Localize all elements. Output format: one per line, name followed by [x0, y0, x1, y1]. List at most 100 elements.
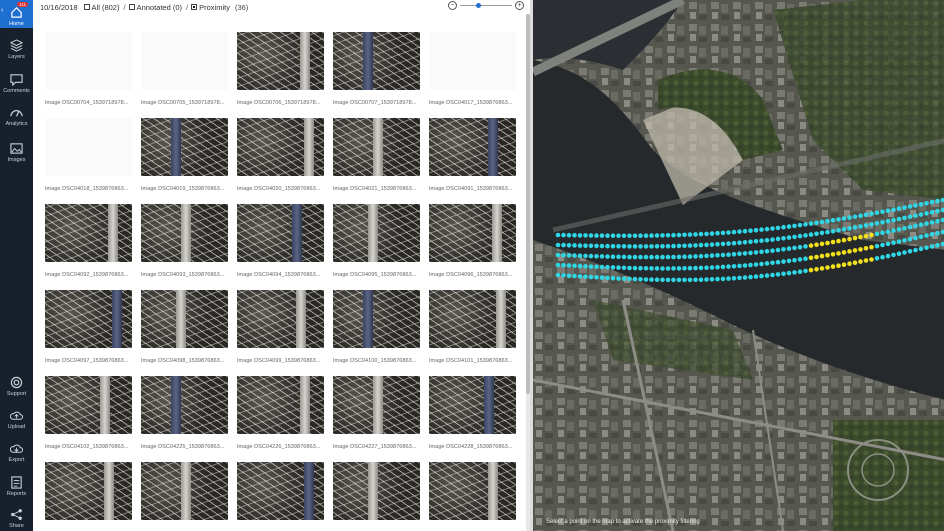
flight-point[interactable]: [726, 264, 731, 269]
flight-point[interactable]: [885, 218, 891, 224]
flight-point[interactable]: [649, 266, 654, 271]
flight-point[interactable]: [715, 230, 720, 236]
flight-point[interactable]: [891, 240, 896, 245]
flight-point[interactable]: [561, 232, 566, 238]
flight-point[interactable]: [891, 252, 896, 258]
flight-point[interactable]: [638, 277, 643, 282]
image-thumbnail[interactable]: [237, 204, 324, 262]
flight-point[interactable]: [781, 259, 786, 264]
flight-point[interactable]: [792, 234, 797, 240]
flight-point[interactable]: [572, 233, 577, 238]
selected-flight-point[interactable]: [858, 259, 863, 264]
flight-point[interactable]: [918, 202, 924, 207]
flight-point[interactable]: [555, 262, 561, 268]
selected-flight-point[interactable]: [869, 232, 874, 238]
selected-flight-point[interactable]: [808, 255, 814, 261]
flight-point[interactable]: [616, 233, 621, 239]
flight-point[interactable]: [632, 265, 638, 271]
flight-point[interactable]: [874, 210, 880, 216]
flight-point[interactable]: [781, 236, 786, 241]
flight-point[interactable]: [704, 242, 709, 248]
selected-flight-point[interactable]: [841, 250, 847, 255]
image-card[interactable]: [429, 462, 516, 531]
flight-point[interactable]: [896, 216, 902, 222]
flight-point[interactable]: [731, 229, 737, 235]
selected-flight-point[interactable]: [847, 249, 852, 254]
flight-point[interactable]: [621, 244, 627, 249]
flight-point[interactable]: [814, 220, 819, 226]
flight-point[interactable]: [687, 243, 693, 248]
flight-point[interactable]: [731, 276, 737, 281]
selected-flight-point[interactable]: [830, 252, 836, 257]
flight-point[interactable]: [627, 276, 632, 282]
flight-point[interactable]: [682, 243, 687, 249]
flight-point[interactable]: [665, 233, 671, 238]
image-card[interactable]: Image DSC04101_1539876863...: [429, 290, 516, 364]
selected-flight-point[interactable]: [819, 253, 825, 259]
flight-point[interactable]: [709, 231, 715, 236]
image-card[interactable]: Image DSC04227_1539876863...: [333, 376, 420, 450]
flight-point[interactable]: [803, 244, 808, 249]
flight-point[interactable]: [566, 243, 572, 248]
flight-point[interactable]: [819, 230, 825, 236]
flight-point[interactable]: [819, 219, 825, 225]
image-thumbnail[interactable]: [141, 376, 228, 434]
flight-point[interactable]: [924, 201, 929, 206]
flight-point[interactable]: [583, 233, 588, 238]
flight-point[interactable]: [737, 229, 742, 234]
flight-point[interactable]: [704, 253, 709, 259]
image-thumbnail[interactable]: [237, 290, 324, 348]
image-thumbnail[interactable]: [429, 118, 516, 176]
filter-annotated-checkbox[interactable]: [128, 4, 135, 10]
flight-point[interactable]: [693, 265, 698, 271]
flight-point[interactable]: [621, 265, 627, 271]
image-thumbnail[interactable]: [45, 462, 132, 520]
flight-point[interactable]: [698, 265, 704, 271]
selected-flight-point[interactable]: [836, 251, 841, 256]
flight-point[interactable]: [748, 228, 753, 233]
flight-point[interactable]: [682, 266, 687, 271]
image-card[interactable]: Image DSC04095_1539876863...: [333, 204, 420, 278]
flight-point[interactable]: [610, 275, 616, 281]
sidebar-item-share[interactable]: Share: [0, 502, 33, 530]
flight-point[interactable]: [792, 223, 797, 229]
flight-point[interactable]: [676, 243, 682, 249]
flight-point[interactable]: [693, 277, 698, 283]
flight-point[interactable]: [709, 253, 715, 258]
flight-point[interactable]: [841, 227, 847, 232]
flight-point[interactable]: [907, 204, 913, 209]
flight-point[interactable]: [687, 232, 693, 237]
flight-point[interactable]: [929, 232, 935, 237]
image-thumbnail[interactable]: [333, 32, 420, 90]
flight-point[interactable]: [753, 250, 759, 255]
flight-point[interactable]: [599, 275, 605, 280]
flight-point[interactable]: [792, 257, 797, 263]
flight-point[interactable]: [907, 236, 913, 242]
flight-point[interactable]: [709, 242, 715, 247]
flight-point[interactable]: [588, 253, 594, 259]
flight-point[interactable]: [704, 277, 709, 282]
flight-point[interactable]: [731, 240, 737, 246]
flight-point[interactable]: [913, 203, 918, 208]
flight-point[interactable]: [605, 275, 610, 281]
image-card[interactable]: Image DSC04017_1539876863...: [429, 32, 516, 106]
map-view[interactable]: Select a point on the map to activate th…: [530, 0, 944, 531]
flight-point[interactable]: [742, 263, 748, 268]
flight-point[interactable]: [665, 277, 671, 283]
flight-point[interactable]: [599, 233, 605, 238]
image-card[interactable]: Image DSC04094_1539876863...: [237, 204, 324, 278]
flight-point[interactable]: [632, 244, 638, 249]
flight-point[interactable]: [737, 251, 742, 257]
flight-point[interactable]: [572, 263, 577, 269]
image-thumbnail[interactable]: [333, 118, 420, 176]
flight-point[interactable]: [797, 269, 803, 275]
flight-point[interactable]: [616, 244, 621, 249]
flight-point[interactable]: [935, 208, 940, 214]
flight-point[interactable]: [759, 249, 764, 255]
flight-point[interactable]: [896, 227, 902, 232]
flight-point[interactable]: [726, 276, 731, 281]
flight-point[interactable]: [935, 218, 940, 224]
flight-point[interactable]: [643, 233, 649, 238]
sidebar-item-export[interactable]: Export: [0, 436, 33, 464]
zoom-in-button[interactable]: +: [515, 1, 524, 10]
